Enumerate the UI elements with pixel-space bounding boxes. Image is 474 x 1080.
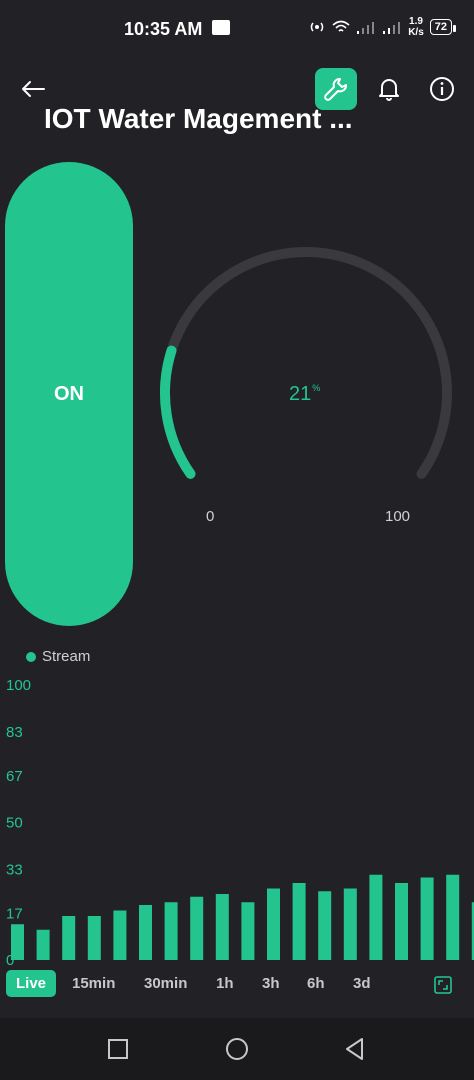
- stream-bar: [113, 910, 127, 960]
- system-nav-bar: [0, 1018, 474, 1080]
- square-icon: [108, 1039, 128, 1059]
- y-tick-label: 50: [6, 815, 23, 832]
- triangle-back-icon: [346, 1038, 363, 1060]
- gauge-track: [160, 247, 452, 479]
- wifi-icon: [332, 20, 350, 32]
- stream-chart: 10083675033170: [6, 677, 474, 969]
- page-title: IOT Water Magement ...: [44, 103, 353, 134]
- gauge-value: 21%: [289, 383, 320, 406]
- signal-icon-1: [357, 22, 375, 34]
- stream-bar: [164, 902, 178, 960]
- legend-label-stream: Stream: [42, 648, 91, 665]
- home-button[interactable]: [224, 1036, 250, 1062]
- time-range-1h[interactable]: 1h: [216, 970, 234, 997]
- power-switch[interactable]: ON: [5, 162, 133, 626]
- time-range-30min[interactable]: 30min: [144, 970, 187, 997]
- back-arrow-icon: [22, 81, 45, 97]
- time-range-bar: Live 15min 30min 1h 3h 6h 3d: [0, 970, 474, 1000]
- info-icon: [430, 77, 454, 101]
- expand-icon[interactable]: [434, 976, 452, 994]
- top-bar: IOT Water Magement ...: [0, 60, 474, 134]
- back-nav-button[interactable]: [342, 1036, 368, 1062]
- legend-dot: [26, 651, 36, 662]
- notifications-button[interactable]: [374, 74, 404, 104]
- back-button[interactable]: [18, 74, 48, 104]
- status-indicators: 1.9 K/s 72: [308, 16, 457, 38]
- status-bar: 10:35 AM 1.9 K/s 72: [0, 0, 474, 56]
- hotspot-icon: [310, 22, 324, 32]
- stream-bar: [420, 877, 434, 960]
- stream-bar: [446, 874, 460, 960]
- recent-apps-button[interactable]: [105, 1036, 131, 1062]
- y-tick-label: 67: [6, 768, 23, 785]
- net-speed: 1.9 K/s: [408, 16, 424, 38]
- stream-bar: [241, 902, 255, 960]
- stream-bar: [343, 888, 357, 960]
- time-range-15min[interactable]: 15min: [72, 970, 115, 997]
- stream-bar: [87, 916, 101, 960]
- time-range-3d[interactable]: 3d: [353, 970, 371, 997]
- switch-label: ON: [54, 382, 84, 405]
- stream-bar: [36, 929, 50, 960]
- y-tick-label: 17: [6, 905, 23, 922]
- stream-bar: [318, 891, 332, 960]
- notification-icon: [212, 20, 230, 35]
- time-range-3h[interactable]: 3h: [262, 970, 280, 997]
- wrench-icon: [324, 78, 347, 101]
- stream-bar: [369, 874, 383, 960]
- gauge-fill: [160, 345, 196, 479]
- stream-bar: [11, 924, 24, 960]
- gauge-unit: %: [312, 383, 321, 393]
- bell-icon: [379, 79, 399, 101]
- y-tick-label: 33: [6, 861, 23, 878]
- y-tick-label: 83: [6, 724, 23, 741]
- signal-icon-2: [383, 22, 401, 34]
- stream-bar: [395, 883, 408, 960]
- net-speed-value: 1.9: [409, 16, 423, 27]
- stream-bar: [292, 883, 306, 960]
- time-range-live[interactable]: Live: [6, 970, 57, 997]
- status-time: 10:35 AM: [124, 19, 203, 39]
- info-button[interactable]: [427, 74, 457, 104]
- stream-bar: [267, 888, 280, 960]
- y-tick-label: 100: [6, 677, 31, 694]
- stream-bar: [190, 896, 204, 960]
- gauge-min-label: 0: [206, 508, 215, 525]
- gauge-value-number: 21: [289, 383, 312, 405]
- battery-indicator: 72: [429, 19, 457, 35]
- stream-bar: [215, 894, 229, 960]
- gauge-max-label: 100: [385, 508, 411, 525]
- circle-icon: [226, 1038, 248, 1060]
- stream-bar: [62, 916, 76, 960]
- net-speed-unit: K/s: [408, 27, 424, 38]
- stream-bar: [139, 905, 152, 960]
- time-range-6h[interactable]: 6h: [307, 970, 325, 997]
- chart-legend: Stream: [26, 648, 90, 665]
